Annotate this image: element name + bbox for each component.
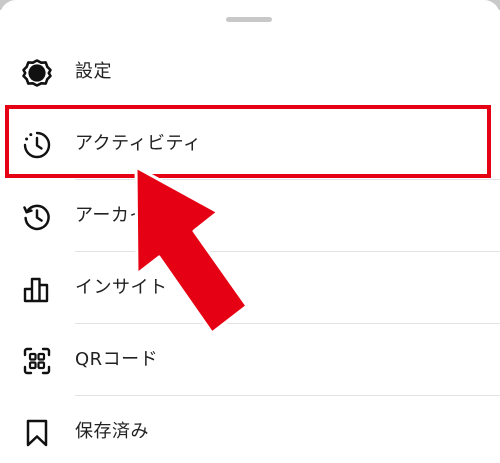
qr-code-icon [23, 347, 51, 375]
menu-item-label: アクティビティ [75, 133, 202, 154]
sheet-drag-handle[interactable] [226, 17, 272, 22]
insights-bar-chart-icon [23, 277, 49, 303]
activity-clock-icon [23, 131, 51, 159]
menu-item-label: QRコード [75, 349, 159, 370]
menu-item-activity[interactable]: アクティビティ [0, 108, 500, 180]
menu-item-settings[interactable]: 設定 [0, 36, 500, 108]
gear-icon [22, 59, 52, 87]
menu-item-label: アーカイブ [75, 205, 167, 226]
archive-history-icon [23, 204, 50, 231]
menu-item-archive[interactable]: アーカイブ [0, 180, 500, 252]
menu-item-label: 設定 [75, 61, 112, 82]
menu-item-label: 保存済み [75, 421, 149, 442]
menu-item-qr-code[interactable]: QRコード [0, 324, 500, 396]
menu-item-saved[interactable]: 保存済み [0, 396, 500, 463]
menu-item-insights[interactable]: インサイト [0, 252, 500, 324]
menu-item-label: インサイト [75, 277, 168, 298]
more-options-sheet: 設定 アクティビティ アーカイブ インサイト QRコード 保存済み [0, 0, 500, 463]
bookmark-icon [26, 419, 48, 447]
